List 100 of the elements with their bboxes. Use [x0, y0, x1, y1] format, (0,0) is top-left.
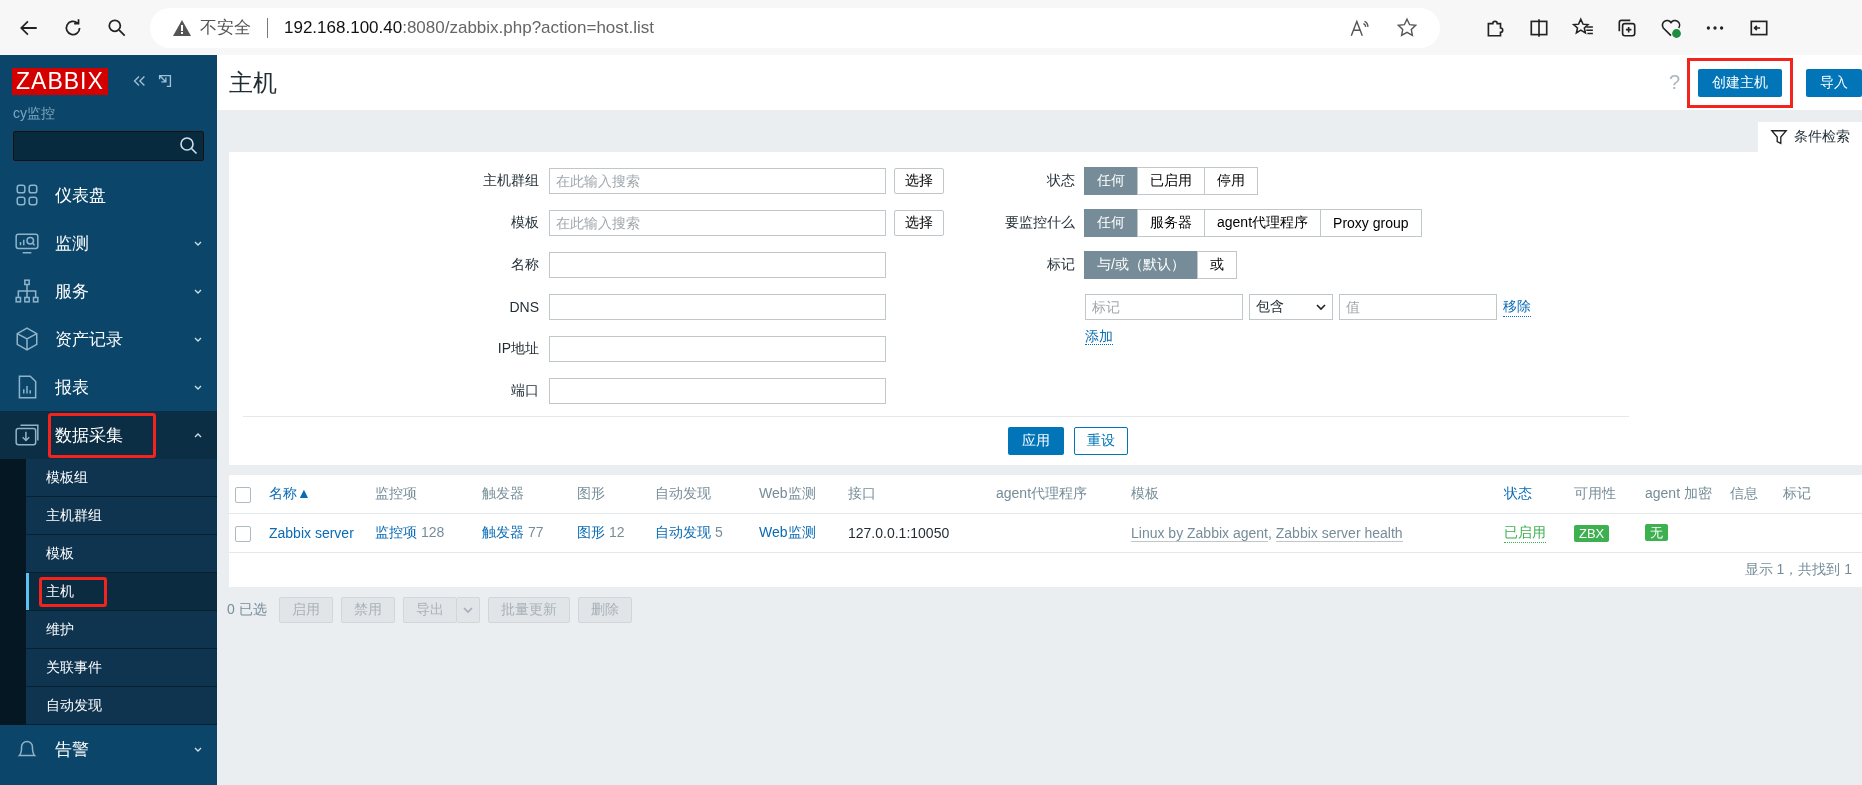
count-value: 5 — [714, 524, 723, 540]
filter-tab-label: 条件检索 — [1794, 128, 1850, 146]
submenu-item[interactable]: 模板组 — [26, 459, 217, 497]
menu-icon — [14, 278, 40, 304]
host-name-link[interactable]: Zabbix server — [269, 525, 375, 541]
column-header: 标记 — [1783, 485, 1812, 503]
input-field[interactable] — [549, 378, 886, 404]
web-link[interactable]: Web监测 — [759, 524, 848, 542]
header-button[interactable]: 创建主机 — [1698, 68, 1782, 97]
caret-icon — [1316, 302, 1326, 312]
submenu-label: 模板 — [46, 544, 74, 561]
column-header[interactable]: 名称▲ — [269, 485, 375, 503]
logo[interactable]: ZABBIX — [12, 67, 108, 95]
column-header: agent代理程序 — [996, 485, 1089, 503]
template-link[interactable]: Zabbix server health — [1275, 525, 1403, 542]
field-label: 端口 — [510, 382, 539, 400]
operator-dropdown[interactable]: 包含 — [1249, 294, 1333, 320]
menu-label: 服务 — [55, 281, 89, 301]
collections-icon[interactable] — [1616, 16, 1638, 39]
segment-option[interactable]: 任何 — [1084, 167, 1138, 195]
star-icon[interactable] — [1396, 16, 1418, 39]
add-link[interactable]: 添加 — [1085, 328, 1113, 345]
column-header: 监控项 — [375, 485, 418, 503]
encryption-badge: 无 — [1645, 524, 1668, 541]
submenu-item[interactable]: 关联事件 — [26, 649, 217, 687]
operator-value: 包含 — [1256, 298, 1284, 316]
count-link[interactable]: 自动发现 — [655, 524, 711, 540]
menu-item[interactable]: 仪表盘 — [0, 171, 217, 219]
tag-field[interactable]: 标记 — [1085, 294, 1243, 320]
submenu-label: 维护 — [46, 620, 74, 637]
row-checkbox[interactable] — [235, 525, 251, 542]
column-header: 信息 — [1730, 485, 1759, 503]
split-screen-icon[interactable] — [1528, 16, 1550, 39]
reset-button[interactable]: 重设 — [1074, 427, 1128, 455]
separator-text: , — [1268, 525, 1273, 541]
submenu-label: 主机 — [46, 582, 74, 599]
input-field[interactable] — [549, 294, 886, 320]
column-header: 接口 — [848, 485, 877, 503]
menu-label: 报表 — [55, 377, 89, 397]
submenu-item[interactable]: 模板 — [26, 535, 217, 573]
segment-option[interactable]: 任何 — [1084, 209, 1138, 237]
availability-badge: ZBX — [1574, 525, 1610, 542]
field-label: 主机群组 — [482, 172, 539, 190]
select-button[interactable]: 选择 — [894, 210, 944, 236]
column-header: Web监测 — [759, 485, 817, 503]
count-value: 12 — [608, 524, 625, 540]
submenu-item[interactable]: 自动发现 — [26, 687, 217, 725]
menu-item[interactable]: 监测 — [0, 219, 217, 267]
column-header: 触发器 — [482, 485, 525, 503]
search-icon[interactable] — [106, 16, 128, 39]
segment-option[interactable]: agent代理程序 — [1204, 209, 1322, 237]
select-button[interactable]: 选择 — [894, 168, 944, 194]
header-button[interactable]: 导入 — [1806, 68, 1862, 97]
menu-item[interactable]: 告警 — [0, 725, 217, 773]
field-label: IP地址 — [496, 340, 539, 358]
url-host: 192.168.100.40 — [284, 17, 403, 38]
submenu-item[interactable]: 维护 — [26, 611, 217, 649]
submenu-item[interactable]: 主机 — [26, 573, 217, 611]
submenu-label: 模板组 — [46, 468, 88, 485]
menu-item[interactable]: 数据采集 — [0, 411, 217, 459]
count-link[interactable]: 监控项 — [375, 524, 417, 540]
apply-button[interactable]: 应用 — [1008, 427, 1064, 455]
submenu-item[interactable]: 主机群组 — [26, 497, 217, 535]
count-link[interactable]: 触发器 — [482, 524, 524, 540]
field-label: 标记 — [1046, 256, 1075, 274]
segment-option[interactable]: 停用 — [1204, 167, 1258, 195]
value-field[interactable]: 值 — [1339, 294, 1497, 320]
field-label: DNS — [508, 299, 539, 315]
remove-link[interactable]: 移除 — [1503, 297, 1531, 317]
input-field[interactable]: 在此输入搜索 — [549, 168, 886, 194]
menu-item[interactable]: 报表 — [0, 363, 217, 411]
menu-item[interactable]: 服务 — [0, 267, 217, 315]
count-value: 128 — [420, 524, 445, 540]
search-field[interactable] — [13, 131, 204, 161]
menu-label: 数据采集 — [55, 425, 123, 445]
result-count: 显示 1，共找到 1 — [1744, 561, 1852, 579]
search-icon[interactable] — [179, 136, 199, 156]
column-header: 可用性 — [1574, 485, 1617, 503]
select-all-checkbox[interactable] — [235, 486, 251, 503]
caret-icon — [462, 605, 473, 615]
segment-option[interactable]: 或 — [1196, 251, 1237, 279]
segment-option[interactable]: 服务器 — [1137, 209, 1205, 237]
segment-option[interactable]: Proxy group — [1320, 209, 1422, 237]
segment-option[interactable]: 已启用 — [1137, 167, 1205, 195]
menu-item[interactable]: 资产记录 — [0, 315, 217, 363]
segment-option[interactable]: 与/或（默认） — [1084, 251, 1198, 279]
count-link[interactable]: 图形 — [577, 524, 605, 540]
input-field[interactable] — [549, 336, 886, 362]
column-header: 模板 — [1131, 485, 1160, 503]
input-field[interactable] — [549, 252, 886, 278]
filter-tab[interactable]: 条件检索 — [1758, 122, 1862, 152]
address-bar[interactable]: 不安全 192.168.100.40:8080/zabbix.php?action=host.list — [150, 7, 1440, 48]
column-header[interactable]: 状态 — [1504, 485, 1574, 503]
input-field[interactable]: 在此输入搜索 — [549, 210, 886, 236]
menu-icon — [14, 326, 40, 352]
template-link[interactable]: Linux by Zabbix agent — [1131, 525, 1268, 542]
column-header: 图形 — [577, 485, 606, 503]
interface-cell-text: 127.0.0.1:10050 — [848, 525, 951, 541]
submenu-label: 主机群组 — [46, 506, 102, 523]
menu-icon — [14, 422, 40, 448]
